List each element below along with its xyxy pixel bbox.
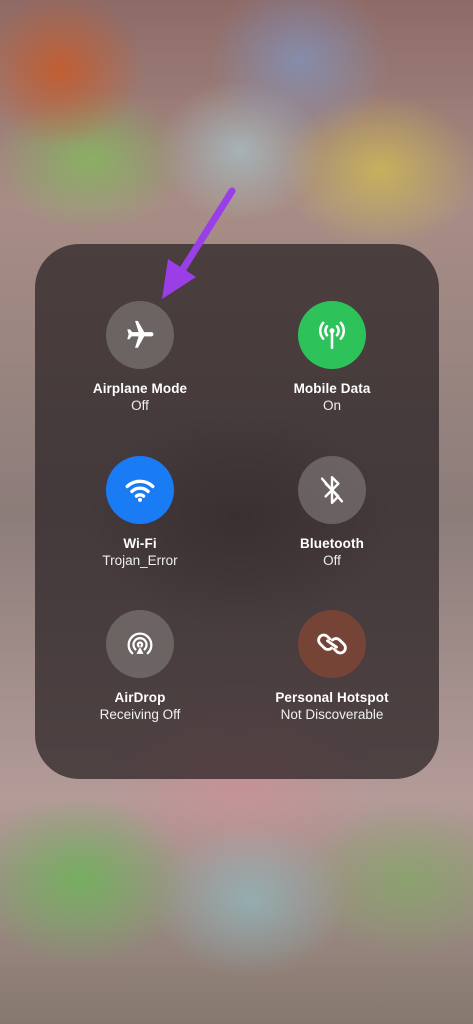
bluetooth-tile[interactable]: Bluetooth Off <box>232 456 432 568</box>
airdrop-status: Receiving Off <box>99 707 181 722</box>
mobile-data-tile[interactable]: Mobile Data On <box>232 301 432 413</box>
mobile-data-button[interactable] <box>298 301 366 369</box>
connectivity-panel: Airplane Mode Off Mobile Data On Wi-Fi T… <box>35 244 439 779</box>
airplane-mode-label: Airplane Mode <box>92 381 188 396</box>
bluetooth-button[interactable] <box>298 456 366 524</box>
airdrop-icon <box>127 632 153 655</box>
mobile-data-label: Mobile Data <box>293 381 371 396</box>
bluetooth-status: Off <box>323 553 341 568</box>
airplane-mode-tile[interactable]: Airplane Mode Off <box>40 301 240 413</box>
airdrop-button[interactable] <box>106 610 174 678</box>
airplane-mode-button[interactable] <box>106 301 174 369</box>
wifi-tile[interactable]: Wi-Fi Trojan_Error <box>40 456 240 568</box>
wifi-network-name: Trojan_Error <box>102 553 178 568</box>
airdrop-label: AirDrop <box>114 690 166 705</box>
mobile-data-status: On <box>322 398 341 413</box>
bluetooth-label: Bluetooth <box>300 536 364 551</box>
personal-hotspot-label: Personal Hotspot <box>275 690 389 705</box>
annotation-arrow <box>162 187 236 299</box>
airplane-icon <box>127 320 154 348</box>
antenna-icon <box>318 321 346 350</box>
personal-hotspot-tile[interactable]: Personal Hotspot Not Discoverable <box>232 610 432 722</box>
bluetooth-off-icon <box>320 476 344 504</box>
personal-hotspot-button[interactable] <box>298 610 366 678</box>
wifi-icon <box>125 479 155 502</box>
wifi-label: Wi-Fi <box>123 536 157 551</box>
hotspot-icon <box>317 633 347 655</box>
personal-hotspot-status: Not Discoverable <box>280 707 384 722</box>
airdrop-tile[interactable]: AirDrop Receiving Off <box>40 610 240 722</box>
airplane-mode-status: Off <box>131 398 149 413</box>
wifi-button[interactable] <box>106 456 174 524</box>
